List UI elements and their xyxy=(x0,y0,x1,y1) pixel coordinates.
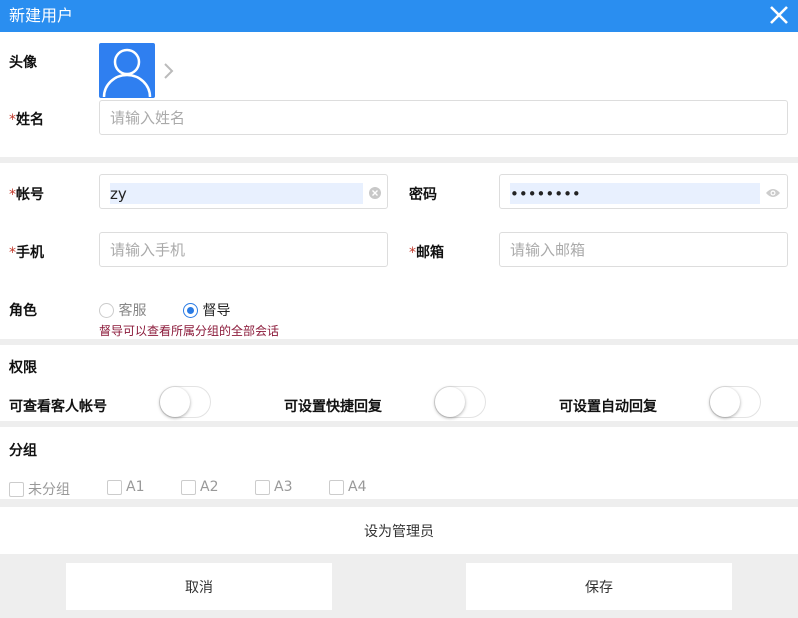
password-field[interactable] xyxy=(499,174,788,209)
clear-icon[interactable] xyxy=(369,187,381,199)
checkbox[interactable] xyxy=(9,481,24,497)
divider xyxy=(0,421,798,427)
save-button[interactable]: 保存 xyxy=(466,563,732,610)
checkbox[interactable] xyxy=(107,479,122,495)
group-checkbox-a4[interactable]: A4 xyxy=(329,479,366,495)
account-field[interactable] xyxy=(99,174,388,209)
avatar-picker[interactable] xyxy=(99,43,155,98)
dialog-title: 新建用户 xyxy=(9,6,74,25)
divider xyxy=(0,499,798,507)
dialog-header: 新建用户 xyxy=(0,0,798,32)
phone-input[interactable] xyxy=(100,233,387,266)
email-input[interactable] xyxy=(500,233,787,266)
name-label: *姓名 xyxy=(9,112,44,128)
account-input[interactable] xyxy=(110,183,363,204)
account-label: *帐号 xyxy=(9,187,44,203)
groups-title: 分组 xyxy=(9,443,37,459)
role-option-dudao[interactable]: 督导 xyxy=(183,300,230,320)
group-checkbox-a3[interactable]: A3 xyxy=(255,479,292,495)
checkbox[interactable] xyxy=(255,479,270,495)
avatar-label: 头像 xyxy=(9,55,37,71)
radio-selected[interactable] xyxy=(183,302,198,318)
group-checkbox-ungrouped[interactable]: 未分组 xyxy=(9,479,70,499)
radio[interactable] xyxy=(99,302,114,318)
phone-field[interactable] xyxy=(99,232,388,267)
divider xyxy=(0,157,798,163)
eye-icon[interactable] xyxy=(765,187,781,199)
password-label: 密码 xyxy=(409,187,437,203)
toggle-auto-reply[interactable] xyxy=(709,386,761,418)
group-checkbox-a2[interactable]: A2 xyxy=(181,479,218,495)
close-icon[interactable] xyxy=(768,4,790,26)
cancel-button[interactable]: 取消 xyxy=(66,563,332,610)
toggle-quick-reply[interactable] xyxy=(434,386,486,418)
checkbox[interactable] xyxy=(329,479,344,495)
perm-label-auto-reply: 可设置自动回复 xyxy=(559,399,657,415)
password-input[interactable] xyxy=(510,183,760,204)
name-input[interactable] xyxy=(100,101,787,134)
email-label: *邮箱 xyxy=(409,245,444,261)
user-icon xyxy=(102,48,152,98)
divider xyxy=(0,339,798,345)
set-admin-button[interactable]: 设为管理员 xyxy=(0,507,798,554)
name-field[interactable] xyxy=(99,100,788,135)
toggle-view-account[interactable] xyxy=(159,386,211,418)
checkbox[interactable] xyxy=(181,479,196,495)
permissions-title: 权限 xyxy=(9,360,37,376)
role-label: 角色 xyxy=(9,303,37,319)
email-field[interactable] xyxy=(499,232,788,267)
chevron-right-icon[interactable] xyxy=(162,62,174,80)
phone-label: *手机 xyxy=(9,245,44,261)
role-hint: 督导可以查看所属分组的全部会话 xyxy=(99,324,280,338)
perm-label-quick-reply: 可设置快捷回复 xyxy=(284,399,382,415)
role-option-kefu[interactable]: 客服 xyxy=(99,300,146,320)
perm-label-view-account: 可查看客人帐号 xyxy=(9,399,107,415)
group-checkbox-a1[interactable]: A1 xyxy=(107,479,144,495)
